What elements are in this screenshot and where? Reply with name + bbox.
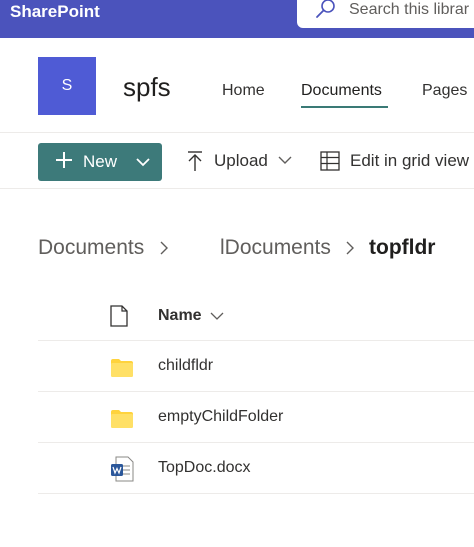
commandbar-divider — [0, 188, 474, 189]
chevron-right-icon — [346, 241, 354, 255]
plus-icon — [56, 152, 72, 168]
upload-chevron-down-icon[interactable] — [277, 154, 293, 166]
item-name[interactable]: childfldr — [158, 357, 213, 375]
breadcrumb-ldocuments[interactable]: lDocuments — [220, 236, 331, 260]
upload-button[interactable]: Upload — [214, 151, 268, 171]
app-brand[interactable]: SharePoint — [10, 2, 100, 22]
site-logo[interactable]: S — [38, 57, 96, 115]
grid-view-icon[interactable] — [320, 151, 340, 171]
chevron-right-icon — [160, 241, 168, 255]
site-title[interactable]: spfs — [123, 72, 171, 103]
list-item[interactable]: TopDoc.docx — [0, 443, 474, 493]
column-header-name[interactable]: Name — [158, 307, 202, 325]
search-box[interactable]: Search this librar — [297, 0, 474, 28]
upload-icon[interactable] — [185, 150, 205, 172]
breadcrumb-documents[interactable]: Documents — [38, 236, 144, 260]
nav-selected-indicator — [301, 106, 388, 108]
new-button[interactable]: New — [38, 143, 162, 181]
site-logo-letter: S — [61, 77, 73, 94]
search-input[interactable]: Search this librar — [349, 1, 469, 19]
header-divider — [0, 132, 474, 133]
edit-in-grid-view-button[interactable]: Edit in grid view — [350, 151, 469, 171]
search-icon — [316, 0, 335, 18]
folder-icon — [111, 359, 133, 377]
folder-icon — [111, 410, 133, 428]
sort-chevron-down-icon[interactable] — [210, 311, 224, 321]
word-doc-icon — [111, 456, 134, 482]
row-divider — [38, 493, 474, 494]
nav-documents[interactable]: Documents — [301, 82, 382, 100]
nav-pages[interactable]: Pages — [422, 82, 467, 100]
file-type-header-icon[interactable] — [109, 305, 129, 327]
nav-home[interactable]: Home — [222, 82, 265, 100]
suite-bar: SharePoint Search this librar — [0, 0, 474, 38]
new-button-label: New — [83, 152, 118, 171]
list-item[interactable]: childfldr — [0, 341, 474, 391]
chevron-down-icon — [136, 158, 150, 167]
item-name[interactable]: emptyChildFolder — [158, 408, 283, 426]
list-item[interactable]: emptyChildFolder — [0, 392, 474, 442]
breadcrumb-current: topfldr — [369, 236, 436, 259]
item-name[interactable]: TopDoc.docx — [158, 459, 251, 477]
